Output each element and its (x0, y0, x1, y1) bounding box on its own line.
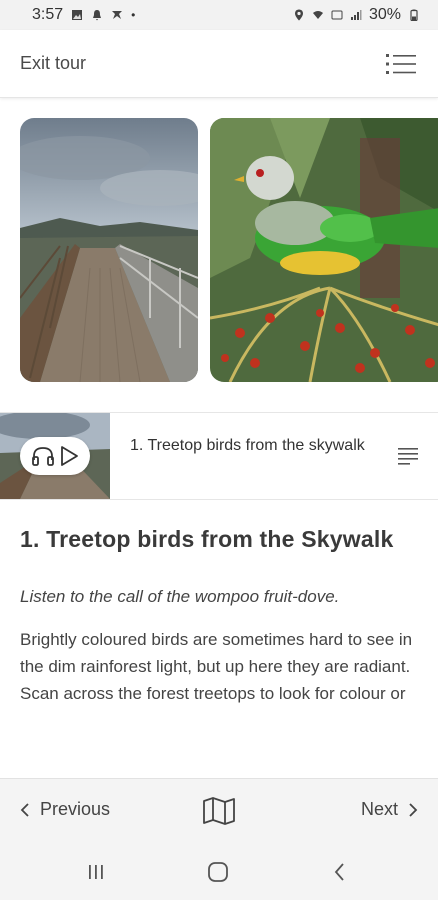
app-notification-icon (112, 11, 123, 19)
system-navigation-bar (0, 844, 438, 900)
wifi-icon (312, 11, 323, 19)
audio-player: 1. Treetop birds from the skywalk (0, 412, 438, 500)
app-header: Exit tour (0, 30, 438, 98)
bell-icon (93, 10, 102, 21)
chevron-left-icon (20, 802, 29, 817)
play-audio-button[interactable] (20, 437, 90, 475)
bottom-navigation: Previous Next (0, 778, 438, 845)
previous-button[interactable]: Previous (20, 799, 110, 820)
status-time: 3:57 (32, 6, 64, 23)
previous-label: Previous (40, 799, 111, 819)
fruit-dove-image (210, 118, 438, 382)
stops-list-menu-icon[interactable] (386, 52, 416, 76)
gallery-notification-icon (72, 10, 83, 20)
location-icon (294, 9, 303, 21)
map-icon[interactable] (202, 797, 236, 825)
transcript-icon[interactable] (398, 445, 420, 465)
volte-icon (331, 10, 343, 20)
stop-subtitle: Listen to the call of the wompoo fruit-d… (20, 587, 340, 606)
skywalk-image (20, 118, 198, 382)
exit-tour-button[interactable]: Exit tour (20, 53, 86, 74)
skywalk-photo[interactable] (20, 118, 198, 382)
fruit-dove-photo[interactable] (210, 118, 438, 382)
recent-apps-icon[interactable] (84, 860, 108, 884)
more-notifications-dot: • (131, 8, 136, 22)
photo-gallery[interactable] (0, 98, 438, 410)
signal-icon (350, 10, 362, 20)
battery-percent: 30% (368, 6, 401, 23)
status-bar: 3:57 • 30% (0, 0, 438, 30)
chevron-right-icon (409, 802, 418, 817)
play-icon (61, 446, 78, 466)
track-title: 1. Treetop birds from the skywalk (130, 437, 365, 454)
back-icon[interactable] (328, 860, 352, 884)
next-label: Next (360, 799, 398, 819)
status-left: 3:57 • (32, 6, 135, 24)
stop-heading: 1. Treetop birds from the Skywalk (20, 526, 394, 552)
battery-icon (410, 9, 418, 21)
stop-body-text: Brightly coloured birds are sometimes ha… (20, 630, 413, 703)
status-right: 30% (293, 6, 420, 24)
stop-content: 1. Treetop birds from the Skywalk Listen… (20, 498, 420, 707)
next-button[interactable]: Next (361, 799, 418, 820)
headphones-icon (32, 447, 54, 466)
home-icon[interactable] (206, 860, 230, 884)
